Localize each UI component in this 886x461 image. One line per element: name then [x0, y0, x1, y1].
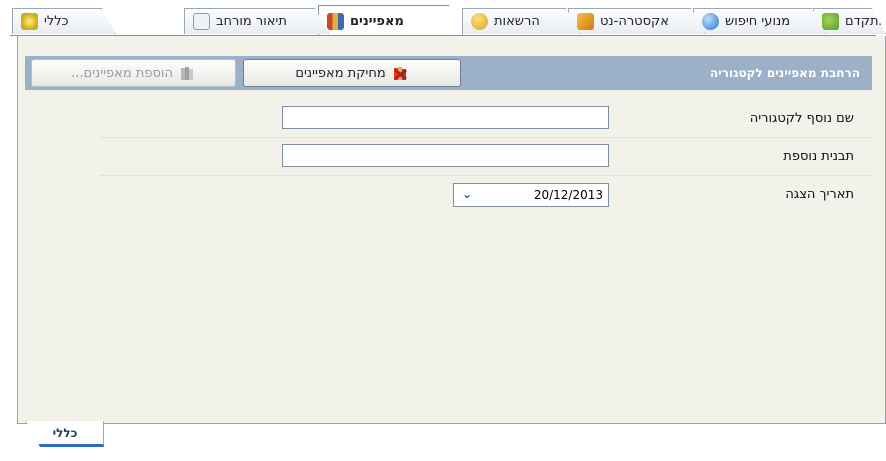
display-date-label: תאריך הצגה: [785, 187, 854, 202]
bottom-tab-general[interactable]: כללי: [26, 421, 104, 447]
tab-strip: מתקדם מנועי חיפוש אקסטרה-נט הרשאות מאפיי…: [0, 0, 886, 36]
tab-properties[interactable]: מאפיינים: [318, 5, 463, 36]
sparkle-icon: [21, 13, 38, 30]
display-date-row: תאריך הצגה 20/12/2013 ⌄: [100, 177, 872, 213]
delete-properties-label: מחיקת מאפיינים: [295, 65, 386, 81]
tab-advanced[interactable]: מתקדם: [813, 8, 886, 34]
tab-general[interactable]: כללי: [12, 8, 116, 34]
tab-strip-baseline: [10, 35, 876, 36]
tab-properties-label: מאפיינים: [350, 13, 404, 29]
add-properties-icon: [179, 65, 196, 82]
tab-search-engines[interactable]: מנועי חיפוש: [693, 8, 826, 34]
bottom-tab-general-label: כללי: [52, 425, 78, 440]
tab-extranet-label: אקסטרה-נט: [600, 14, 669, 29]
tab-extended-description-label: תיאור מורחב: [216, 14, 287, 29]
extra-name-label: שם נוסף לקטגוריה: [749, 111, 854, 126]
add-properties-button[interactable]: הוספת מאפיינים...: [31, 59, 236, 87]
panel-header: הרחבת מאפיינים לקטגוריה מחיקת מאפיינים ה…: [25, 56, 872, 90]
tab-search-engines-label: מנועי חיפוש: [725, 14, 791, 29]
globe-icon: [702, 13, 719, 30]
chevron-down-icon[interactable]: ⌄: [462, 187, 472, 201]
extra-name-input[interactable]: [282, 106, 609, 129]
add-properties-label: הוספת מאפיינים...: [71, 65, 173, 81]
books-icon: [327, 13, 344, 30]
extra-name-row: שם נוסף לקטגוריה: [100, 101, 872, 138]
tab-extended-description[interactable]: תיאור מורחב: [184, 8, 329, 34]
lock-icon: [471, 13, 488, 30]
tab-permissions[interactable]: הרשאות: [462, 8, 580, 34]
puzzle-icon: [822, 13, 839, 30]
tab-advanced-label: מתקדם: [845, 14, 886, 29]
delete-properties-icon: [392, 65, 409, 82]
panel-title: הרחבת מאפיינים לקטגוריה: [709, 66, 860, 80]
properties-panel: הרחבת מאפיינים לקטגוריה מחיקת מאפיינים ה…: [17, 36, 886, 424]
network-icon: [577, 13, 594, 30]
display-date-value: 20/12/2013: [533, 188, 603, 202]
tab-general-label: כללי: [44, 14, 69, 29]
delete-properties-button[interactable]: מחיקת מאפיינים: [243, 59, 461, 87]
display-date-picker[interactable]: 20/12/2013 ⌄: [453, 183, 609, 207]
notepad-pencil-icon: [193, 13, 210, 30]
extra-template-row: תבנית נוספת: [100, 139, 872, 176]
extra-template-input[interactable]: [282, 144, 609, 167]
tab-permissions-label: הרשאות: [494, 14, 540, 29]
tab-extranet[interactable]: אקסטרה-נט: [568, 8, 705, 34]
extra-template-label: תבנית נוספת: [783, 149, 854, 164]
